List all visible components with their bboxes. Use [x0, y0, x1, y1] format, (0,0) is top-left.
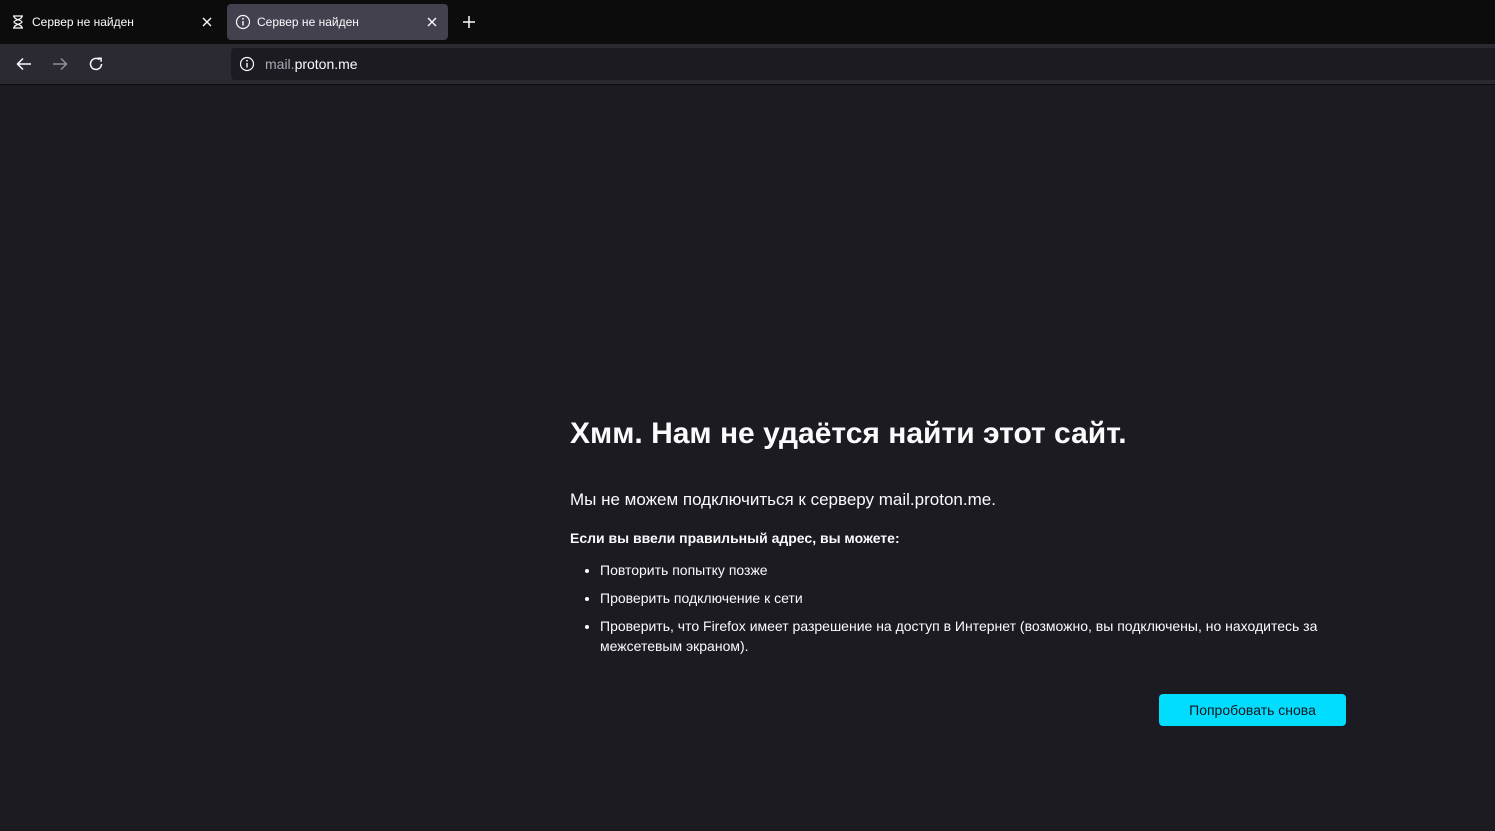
list-item: Повторить попытку позже: [600, 560, 1360, 580]
url-bar[interactable]: mail.proton.me: [231, 48, 1495, 80]
button-row: Попробовать снова: [1159, 694, 1346, 726]
arrow-right-icon: [53, 57, 68, 71]
error-subtitle: Если вы ввели правильный адрес, вы может…: [570, 530, 900, 546]
reload-icon: [89, 57, 103, 71]
site-info-icon[interactable]: [237, 54, 257, 74]
plus-icon: [463, 16, 475, 28]
try-again-button[interactable]: Попробовать снова: [1159, 694, 1346, 726]
tab-bar: Сервер не найден Сервер не найден: [0, 0, 1495, 44]
url-host: proton.me: [294, 56, 358, 72]
suggestions-list: Повторить попытку позже Проверить подклю…: [570, 560, 1360, 656]
forward-button[interactable]: [46, 50, 74, 78]
tab-2[interactable]: Сервер не найден: [227, 4, 448, 40]
list-item: Проверить, что Firefox имеет разрешение …: [600, 616, 1360, 656]
close-icon[interactable]: [420, 10, 444, 34]
tab-1-label: Сервер не найден: [32, 15, 134, 29]
list-item: Проверить подключение к сети: [600, 588, 1360, 608]
error-content: Хмм. Нам не удаётся найти этот сайт. Мы …: [570, 412, 1360, 664]
new-tab-button[interactable]: [456, 9, 482, 35]
error-description: Мы не можем подключиться к серверу mail.…: [570, 490, 996, 509]
navigation-toolbar: mail.proton.me: [0, 44, 1495, 85]
back-button[interactable]: [10, 50, 38, 78]
reload-button[interactable]: [82, 50, 110, 78]
close-icon[interactable]: [195, 10, 219, 34]
info-icon: [235, 14, 251, 30]
url-text[interactable]: mail.proton.me: [265, 56, 358, 72]
tab-2-label: Сервер не найден: [257, 15, 359, 29]
arrow-left-icon: [16, 57, 31, 71]
url-subdomain: mail.: [265, 56, 295, 72]
error-title: Хмм. Нам не удаётся найти этот сайт.: [570, 417, 1127, 450]
hourglass-icon: [10, 14, 26, 30]
tab-1[interactable]: Сервер не найден: [2, 4, 223, 40]
